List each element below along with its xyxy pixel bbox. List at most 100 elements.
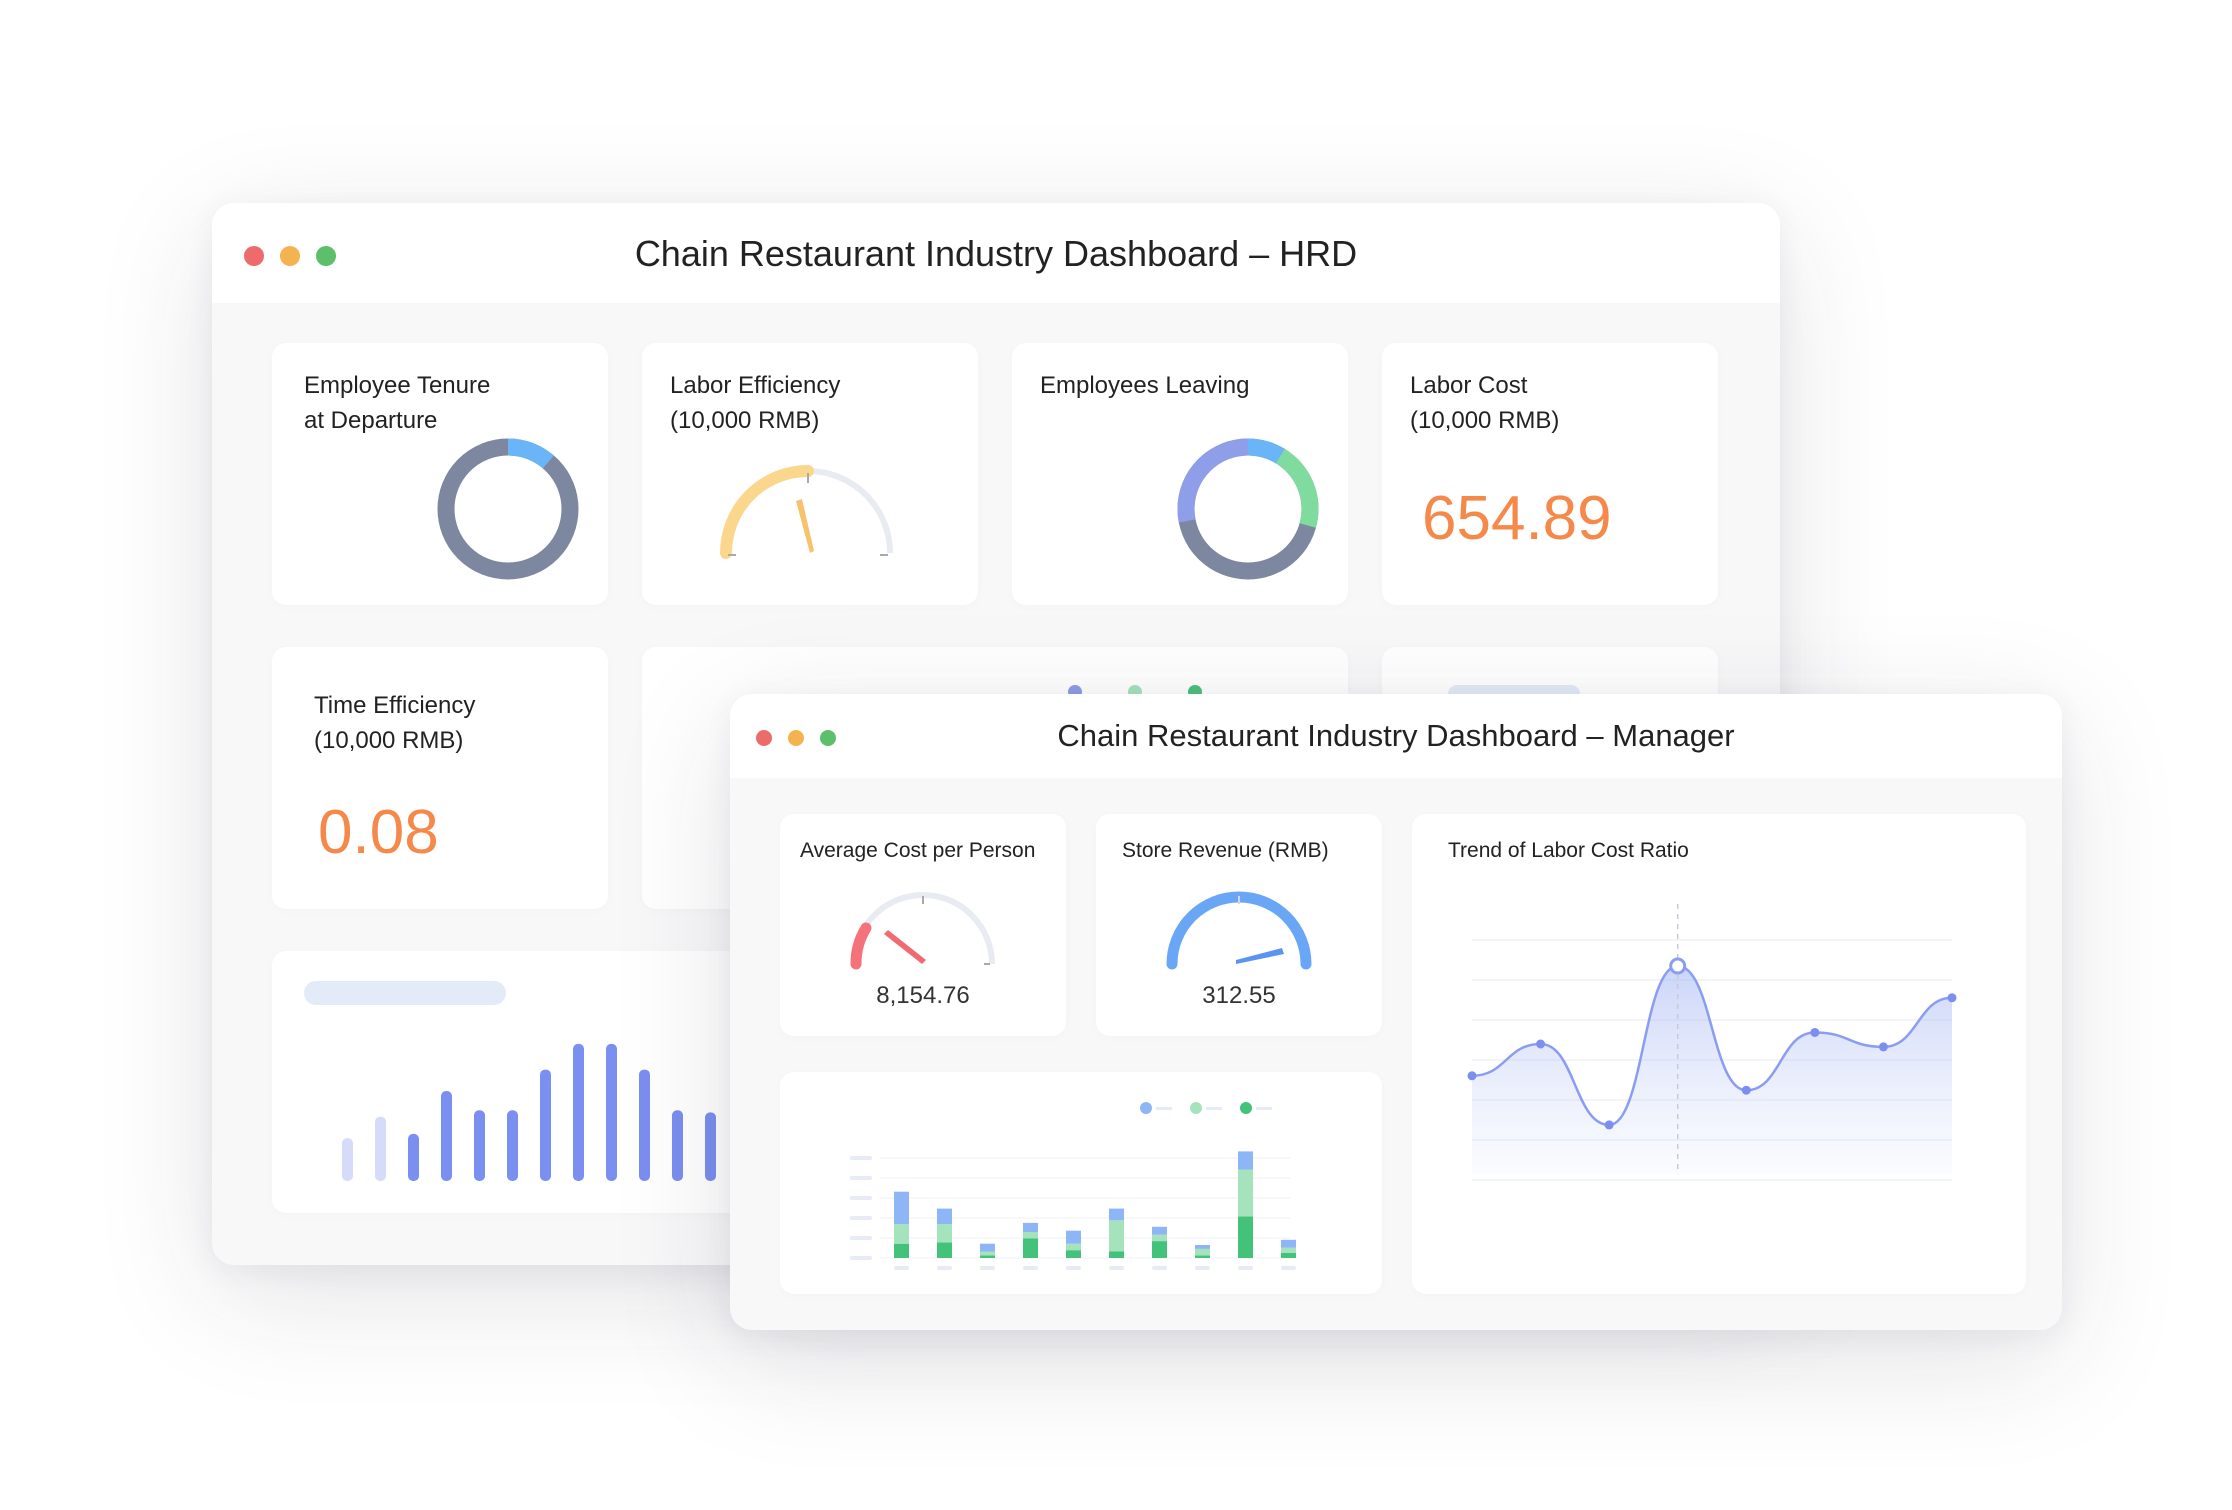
stacked-bar-segment bbox=[1152, 1241, 1167, 1258]
hrd-bar bbox=[606, 1043, 617, 1181]
stacked-bar-card[interactable] bbox=[780, 1072, 1382, 1294]
employees-leaving-label: Employees Leaving bbox=[1040, 372, 1250, 399]
x-tick-placeholder bbox=[1066, 1266, 1081, 1270]
time-efficiency-card[interactable]: Time Efficiency (10,000 RMB) 0.08 bbox=[272, 647, 608, 909]
manager-window: Chain Restaurant Industry Dashboard – Ma… bbox=[730, 694, 2062, 1330]
avg-cost-gauge bbox=[850, 892, 995, 970]
stage: Chain Restaurant Industry Dashboard – HR… bbox=[0, 0, 2232, 1510]
trend-area bbox=[1472, 966, 1952, 1174]
stacked-bar-segment bbox=[894, 1243, 909, 1258]
trend-point[interactable] bbox=[1878, 1042, 1888, 1052]
labor-cost-label: Labor Cost (10,000 RMB) bbox=[1410, 372, 1560, 434]
x-tick-placeholder bbox=[1023, 1266, 1038, 1270]
stacked-bar-segment bbox=[1195, 1245, 1210, 1249]
hrd-bar bbox=[639, 1069, 650, 1181]
stacked-bar-segment bbox=[1238, 1151, 1253, 1170]
hrd-bar bbox=[375, 1116, 386, 1181]
legend-series-3 bbox=[1240, 1102, 1252, 1114]
x-tick-placeholder bbox=[1281, 1266, 1296, 1270]
stacked-bar-segment bbox=[1066, 1230, 1081, 1244]
y-tick-placeholder bbox=[850, 1196, 872, 1200]
hrd-titlebar: Chain Restaurant Industry Dashboard – HR… bbox=[212, 203, 1780, 303]
stacked-bar-segment bbox=[1023, 1222, 1038, 1232]
x-tick-placeholder bbox=[1152, 1266, 1167, 1270]
stacked-bar-segment bbox=[1109, 1251, 1124, 1258]
tenure-card[interactable]: Employee Tenure at Departure bbox=[272, 343, 608, 605]
time-efficiency-label: Time Efficiency (10,000 RMB) bbox=[314, 692, 476, 754]
avg-cost-card[interactable]: Average Cost per Person 8,154.76 bbox=[780, 814, 1066, 1036]
hrd-bar bbox=[441, 1091, 452, 1181]
trend-point[interactable] bbox=[1536, 1039, 1546, 1049]
trend-point[interactable] bbox=[1604, 1120, 1614, 1130]
tenure-donut bbox=[437, 438, 579, 580]
trend-point-highlighted[interactable] bbox=[1669, 957, 1687, 975]
hrd-bar bbox=[474, 1110, 485, 1181]
labor-cost-card[interactable]: Labor Cost (10,000 RMB) 654.89 bbox=[1382, 343, 1718, 605]
manager-titlebar: Chain Restaurant Industry Dashboard – Ma… bbox=[730, 694, 2062, 778]
x-tick-placeholder bbox=[1238, 1266, 1253, 1270]
stacked-bar-segment bbox=[1109, 1208, 1124, 1221]
stacked-bar-segment bbox=[1066, 1243, 1081, 1251]
stacked-bar-segment bbox=[1023, 1232, 1038, 1239]
stacked-bar-segment bbox=[1109, 1220, 1124, 1252]
stacked-bar-segment bbox=[1195, 1255, 1210, 1258]
labor-efficiency-label: Labor Efficiency (10,000 RMB) bbox=[670, 372, 841, 434]
legend-series-1 bbox=[1140, 1102, 1152, 1114]
store-revenue-needle bbox=[1236, 948, 1284, 964]
store-revenue-card[interactable]: Store Revenue (RMB) 312.55 bbox=[1096, 814, 1382, 1036]
hrd-bar bbox=[342, 1138, 353, 1181]
stacked-bar-segment bbox=[1281, 1239, 1296, 1248]
y-tick-placeholder bbox=[850, 1176, 872, 1180]
trend-point[interactable] bbox=[1741, 1085, 1751, 1095]
trend-point[interactable] bbox=[1810, 1027, 1820, 1037]
x-tick-placeholder bbox=[894, 1266, 909, 1270]
x-tick-placeholder bbox=[1195, 1266, 1210, 1270]
stacked-bar-segment bbox=[980, 1251, 995, 1256]
stacked-bar-segment bbox=[1238, 1216, 1253, 1258]
manager-window-title: Chain Restaurant Industry Dashboard – Ma… bbox=[1057, 718, 1735, 753]
trend-line-chart bbox=[1467, 904, 1957, 1181]
x-tick-placeholder bbox=[1109, 1266, 1124, 1270]
stacked-bar-segment bbox=[894, 1224, 909, 1244]
trend-card[interactable]: Trend of Labor Cost Ratio bbox=[1412, 814, 2026, 1294]
legend-series-2 bbox=[1190, 1102, 1202, 1114]
stacked-bar-segment bbox=[1152, 1226, 1167, 1235]
hrd-bar bbox=[573, 1043, 584, 1181]
stacked-bar-segment bbox=[1281, 1252, 1296, 1258]
stacked-bar-segment bbox=[1023, 1238, 1038, 1258]
trend-label: Trend of Labor Cost Ratio bbox=[1448, 839, 1689, 862]
stacked-bar-segment bbox=[1281, 1247, 1296, 1253]
time-efficiency-value: 0.08 bbox=[318, 798, 439, 867]
hrd-bar bbox=[672, 1110, 683, 1181]
labor-efficiency-card[interactable]: Labor Efficiency (10,000 RMB) bbox=[642, 343, 978, 605]
avg-cost-label: Average Cost per Person bbox=[800, 839, 1036, 862]
stacked-bar-segment bbox=[1195, 1248, 1210, 1256]
hrd-bar bbox=[507, 1110, 518, 1181]
stacked-bar-chart bbox=[850, 1151, 1296, 1270]
employees-leaving-donut bbox=[1177, 438, 1319, 580]
labor-cost-value: 654.89 bbox=[1422, 484, 1612, 553]
labor-efficiency-gauge bbox=[720, 465, 893, 559]
x-tick-placeholder bbox=[937, 1266, 952, 1270]
stacked-bar-segment bbox=[1152, 1234, 1167, 1242]
stacked-bar-segment bbox=[1066, 1250, 1081, 1258]
y-tick-placeholder bbox=[850, 1156, 872, 1160]
trend-point[interactable] bbox=[1947, 993, 1957, 1003]
x-tick-placeholder bbox=[980, 1266, 995, 1270]
avg-cost-needle bbox=[884, 930, 926, 964]
stacked-bar-segment bbox=[980, 1255, 995, 1258]
avg-cost-value: 8,154.76 bbox=[876, 982, 970, 1009]
chart-title-placeholder bbox=[304, 981, 506, 1005]
tenure-label: Employee Tenure at Departure bbox=[304, 372, 491, 434]
hrd-bar bbox=[540, 1069, 551, 1181]
store-revenue-gauge bbox=[1166, 891, 1312, 970]
trend-point[interactable] bbox=[1467, 1071, 1477, 1081]
labor-efficiency-needle bbox=[796, 499, 814, 553]
hrd-bar bbox=[705, 1112, 716, 1181]
hrd-bar bbox=[408, 1133, 419, 1181]
employees-leaving-card[interactable]: Employees Leaving bbox=[1012, 343, 1348, 605]
stacked-bar-segment bbox=[894, 1191, 909, 1225]
hrd-window-title: Chain Restaurant Industry Dashboard – HR… bbox=[634, 233, 1358, 274]
stacked-bar-segment bbox=[980, 1243, 995, 1252]
store-revenue-label: Store Revenue (RMB) bbox=[1122, 839, 1329, 862]
